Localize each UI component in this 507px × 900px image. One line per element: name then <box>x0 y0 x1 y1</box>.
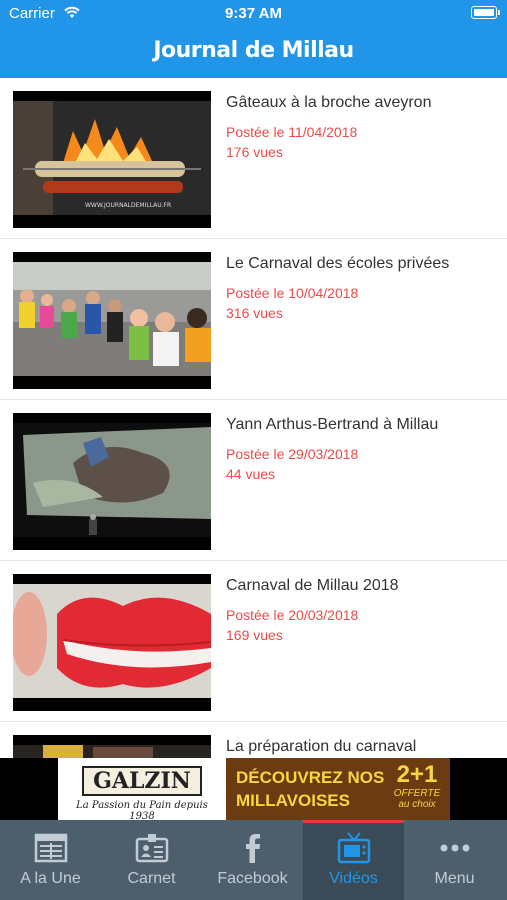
tv-icon <box>337 832 371 864</box>
video-title[interactable]: Yann Arthus-Bertrand à Millau <box>226 416 438 434</box>
tab-facebook[interactable]: Facebook <box>202 820 303 900</box>
carnival-children-image <box>13 262 211 376</box>
video-date: Postée le 10/04/2018 <box>226 285 359 301</box>
video-views: 169 vues <box>226 627 283 643</box>
battery-icon <box>471 6 497 19</box>
ad-tagline: La Passion du Pain depuis 1938 <box>76 800 208 822</box>
video-title[interactable]: La préparation du carnaval <box>226 738 416 756</box>
video-date: Postée le 29/03/2018 <box>226 446 359 462</box>
ad-offer-badge: 2+1 OFFERTE au choix <box>388 761 446 811</box>
video-title[interactable]: Carnaval de Millau 2018 <box>226 577 399 595</box>
video-item[interactable]: Yann Arthus-Bertrand à Millau Postée le … <box>0 400 507 561</box>
ad-content[interactable]: GALZIN La Passion du Pain depuis 1938 DÉ… <box>58 758 450 822</box>
video-list[interactable]: WWW.JOURNALDEMILLAU.FR Gâteaux à la broc… <box>0 78 507 758</box>
video-views: 44 vues <box>226 466 276 482</box>
ad-offer-label: OFFERTE <box>393 788 441 799</box>
video-item[interactable]: Le Carnaval des écoles privées Postée le… <box>0 239 507 400</box>
newspaper-icon <box>34 833 68 863</box>
fire-roasting-image: WWW.JOURNALDEMILLAU.FR <box>13 101 211 215</box>
tab-videos[interactable]: Vidéos <box>303 820 404 900</box>
video-title[interactable]: Gâteaux à la broche aveyron <box>226 94 431 112</box>
tab-label: A la Une <box>20 870 81 887</box>
video-thumbnail[interactable]: WWW.JOURNALDEMILLAU.FR <box>13 91 211 228</box>
tab-label: Carnet <box>127 870 176 887</box>
thumbnail-watermark: WWW.JOURNALDEMILLAU.FR <box>85 202 171 209</box>
tab-bar: A la Une Carnet Facebook Vidéos Menu <box>0 820 507 900</box>
ad-headline-2: MILLAVOISES <box>236 791 350 810</box>
video-title[interactable]: Le Carnaval des écoles privées <box>226 255 449 273</box>
status-time: 9:37 AM <box>225 5 282 22</box>
video-thumbnail[interactable] <box>13 735 211 758</box>
tab-label: Facebook <box>217 870 288 887</box>
ad-brand-panel: GALZIN La Passion du Pain depuis 1938 <box>58 758 226 822</box>
ad-offer-value: 2+1 <box>396 761 438 788</box>
tab-label: Vidéos <box>329 870 378 887</box>
ad-brand-logo: GALZIN <box>82 766 202 796</box>
video-item[interactable]: WWW.JOURNALDEMILLAU.FR Gâteaux à la broc… <box>0 78 507 239</box>
app-header: Carrier 9:37 AM Journal de Millau <box>0 0 507 78</box>
video-views: 176 vues <box>226 144 283 160</box>
video-thumbnail[interactable] <box>13 252 211 389</box>
video-thumbnail[interactable] <box>13 413 211 550</box>
ad-offer-note: au choix <box>398 799 436 810</box>
page-title: Journal de Millau <box>153 38 354 63</box>
red-lips-image <box>13 584 211 698</box>
facebook-icon <box>246 834 260 863</box>
projection-screen-image <box>13 423 211 537</box>
status-bar: Carrier 9:37 AM <box>0 0 507 28</box>
tab-a-la-une[interactable]: A la Une <box>0 820 101 900</box>
more-dots-icon <box>440 844 470 852</box>
carnival-preparation-image <box>13 745 211 758</box>
video-date: Postée le 11/04/2018 <box>226 124 358 140</box>
video-item[interactable]: Carnaval de Millau 2018 Postée le 20/03/… <box>0 561 507 722</box>
ad-offer-panel: DÉCOUVREZ NOS MILLAVOISES 2+1 OFFERTE au… <box>226 758 450 820</box>
tab-menu[interactable]: Menu <box>404 820 507 900</box>
video-date: Postée le 20/03/2018 <box>226 607 359 623</box>
video-item[interactable]: La préparation du carnaval <box>0 722 507 758</box>
id-card-icon <box>135 834 169 863</box>
tab-label: Menu <box>434 870 475 887</box>
tab-carnet[interactable]: Carnet <box>101 820 202 900</box>
video-thumbnail[interactable] <box>13 574 211 711</box>
video-views: 316 vues <box>226 305 283 321</box>
ad-headline-1: DÉCOUVREZ NOS <box>236 768 385 787</box>
battery-tip <box>498 10 500 15</box>
ad-banner[interactable]: GALZIN La Passion du Pain depuis 1938 DÉ… <box>0 758 507 822</box>
